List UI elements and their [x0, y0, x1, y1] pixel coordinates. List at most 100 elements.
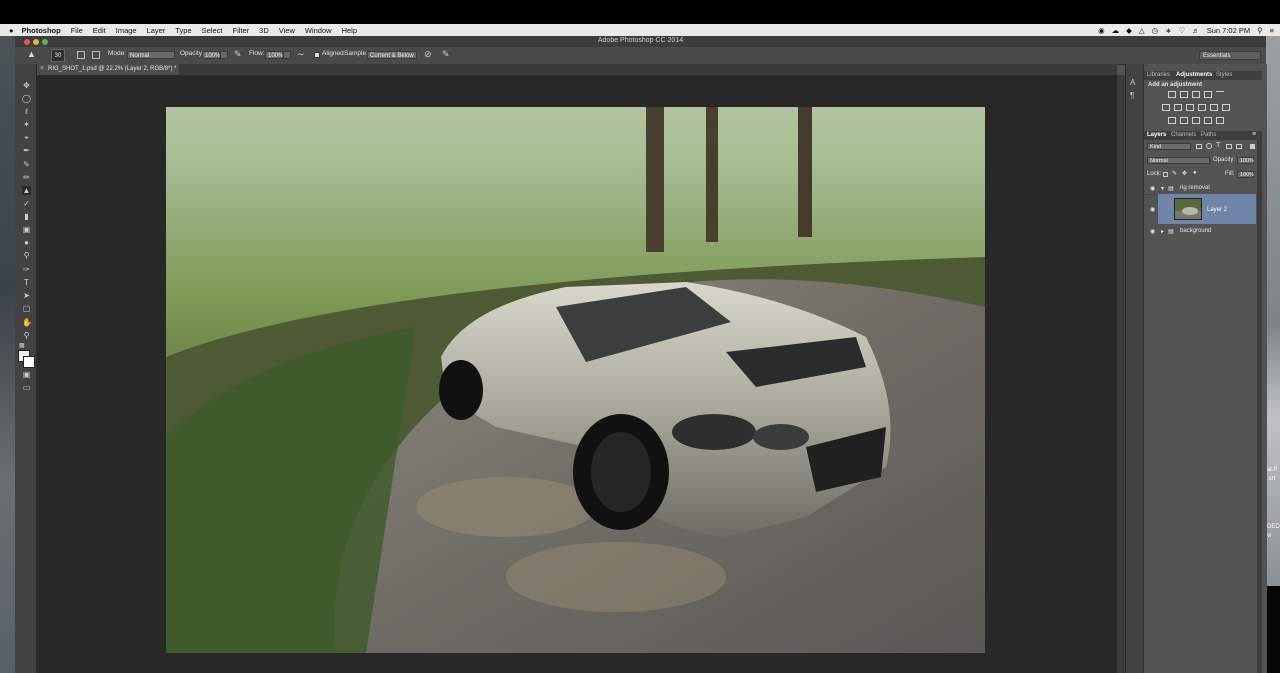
lasso-tool-icon[interactable]: ℓ: [22, 107, 31, 116]
dodge-tool-icon[interactable]: ⚲: [22, 251, 31, 260]
mode-select[interactable]: Normal: [127, 51, 175, 59]
pressure-size-icon[interactable]: ✎: [442, 49, 450, 60]
blur-tool-icon[interactable]: ●: [22, 238, 31, 247]
desktop-file-label[interactable]: .srt: [1267, 476, 1275, 482]
quick-selection-tool-icon[interactable]: ✶: [22, 120, 31, 129]
path-selection-tool-icon[interactable]: ➤: [22, 291, 31, 300]
desktop-file-label[interactable]: vi: [1267, 533, 1271, 539]
gradient-tool-icon[interactable]: ▣: [22, 225, 31, 234]
lock-transparent-icon[interactable]: [1163, 172, 1168, 177]
tab-channels[interactable]: Channels: [1171, 132, 1196, 138]
type-tool-icon[interactable]: T: [22, 278, 31, 287]
document-tab[interactable]: RIG_SHOT_1.psd @ 22.2% (Layer 2, RGB/8*)…: [37, 64, 179, 75]
menu-3d[interactable]: 3D: [259, 26, 269, 35]
ignore-adjustment-layers-icon[interactable]: ⊘: [424, 49, 432, 60]
layer-name[interactable]: Layer 2: [1207, 207, 1227, 213]
brush-size-picker[interactable]: 30: [51, 49, 65, 62]
layer-row[interactable]: ◉ ▸ ▤ background: [1144, 226, 1257, 237]
threshold-icon[interactable]: [1192, 117, 1200, 124]
cloud-icon[interactable]: ☁: [1112, 26, 1120, 35]
gradient-map-icon[interactable]: [1204, 117, 1212, 124]
menu-window[interactable]: Window: [305, 26, 332, 35]
clone-stamp-tool-preset-icon[interactable]: ▲: [27, 49, 37, 60]
flow-dropdown-icon[interactable]: [283, 51, 291, 59]
tab-libraries[interactable]: Libraries: [1147, 72, 1170, 78]
filter-kind-select[interactable]: Kind: [1147, 143, 1191, 150]
layer-opacity-field[interactable]: 100%: [1237, 157, 1254, 164]
black-white-icon[interactable]: [1186, 104, 1194, 111]
pressure-opacity-icon[interactable]: ✎: [234, 49, 242, 60]
exposure-icon[interactable]: [1204, 91, 1212, 98]
posterize-icon[interactable]: [1180, 117, 1188, 124]
crop-tool-icon[interactable]: ⌖: [22, 133, 31, 142]
tab-adjustments[interactable]: Adjustments: [1176, 72, 1212, 78]
clock[interactable]: Sun 7:02 PM: [1207, 26, 1250, 35]
menu-file[interactable]: File: [71, 26, 83, 35]
shape-tool-icon[interactable]: ▢: [22, 304, 31, 313]
layers-panel-scrollbar[interactable]: [1257, 140, 1262, 673]
paragraph-panel-icon[interactable]: ¶: [1130, 91, 1134, 100]
close-window-button[interactable]: [24, 39, 30, 45]
menu-select[interactable]: Select: [202, 26, 223, 35]
history-brush-tool-icon[interactable]: ✓: [22, 199, 31, 208]
color-balance-icon[interactable]: [1174, 104, 1182, 111]
tab-layers[interactable]: Layers: [1147, 132, 1166, 138]
visibility-eye-icon[interactable]: ◉: [1150, 185, 1155, 192]
marquee-tool-icon[interactable]: ◯: [22, 94, 31, 103]
notification-center-icon[interactable]: ≡: [1270, 26, 1274, 35]
channel-mixer-icon[interactable]: [1210, 104, 1218, 111]
selective-color-icon[interactable]: [1216, 117, 1224, 124]
desktop-file-label[interactable]: DED: [1267, 524, 1280, 530]
filter-smart-object-icon[interactable]: [1236, 144, 1242, 149]
window-titlebar[interactable]: Adobe Photoshop CC 2014: [15, 36, 1266, 47]
eyedropper-tool-icon[interactable]: ✒: [22, 146, 31, 155]
menu-layer[interactable]: Layer: [147, 26, 166, 35]
move-tool-icon[interactable]: ✥: [22, 81, 31, 90]
dropbox-icon[interactable]: ◆: [1126, 26, 1132, 35]
workspace-switcher[interactable]: Essentials: [1199, 51, 1261, 60]
filter-type-icon[interactable]: T: [1216, 142, 1220, 149]
vibrance-icon[interactable]: [1216, 91, 1224, 98]
zoom-tool-icon[interactable]: ⚲: [22, 331, 31, 340]
photo-filter-icon[interactable]: [1198, 104, 1206, 111]
zoom-window-button[interactable]: [42, 39, 48, 45]
filter-shape-icon[interactable]: [1226, 144, 1232, 149]
opacity-dropdown-icon[interactable]: [220, 51, 228, 59]
menu-filter[interactable]: Filter: [232, 26, 249, 35]
tab-styles[interactable]: Styles: [1216, 72, 1232, 78]
brush-panel-icon[interactable]: [77, 51, 85, 59]
close-tab-icon[interactable]: ×: [40, 65, 44, 72]
brush-tool-icon[interactable]: ✏: [22, 173, 31, 182]
hue-saturation-icon[interactable]: [1162, 104, 1170, 111]
hand-tool-icon[interactable]: ✋: [22, 318, 32, 327]
tab-paths[interactable]: Paths: [1201, 132, 1216, 138]
lock-all-icon[interactable]: ●: [1193, 170, 1197, 176]
desktop-file-label[interactable]: al.P: [1267, 467, 1277, 473]
menu-help[interactable]: Help: [342, 26, 357, 35]
drive-icon[interactable]: △: [1139, 26, 1145, 35]
healing-brush-tool-icon[interactable]: ✎: [22, 160, 31, 169]
apple-menu-icon[interactable]: ●: [9, 26, 14, 35]
pen-tool-icon[interactable]: ✑: [22, 265, 31, 274]
opacity-field[interactable]: 100%: [202, 51, 220, 59]
clone-source-panel-icon[interactable]: [92, 51, 100, 59]
menu-edit[interactable]: Edit: [93, 26, 106, 35]
expand-arrow-icon[interactable]: ▸: [1161, 228, 1164, 235]
menu-view[interactable]: View: [279, 26, 295, 35]
minimize-window-button[interactable]: [33, 39, 39, 45]
wifi-icon[interactable]: ♡: [1179, 26, 1186, 35]
brightness-contrast-icon[interactable]: [1168, 91, 1176, 98]
airbrush-icon[interactable]: ∼: [297, 49, 305, 60]
menu-type[interactable]: Type: [175, 26, 191, 35]
lock-position-icon[interactable]: ✥: [1182, 170, 1187, 177]
lock-pixels-icon[interactable]: ✎: [1172, 170, 1177, 177]
visibility-eye-icon[interactable]: ◉: [1150, 228, 1155, 235]
color-lookup-icon[interactable]: [1222, 104, 1230, 111]
invert-icon[interactable]: [1168, 117, 1176, 124]
canvas-vertical-scrollbar[interactable]: [1117, 75, 1125, 673]
layer-name[interactable]: rig removal: [1180, 185, 1210, 191]
filter-toggle[interactable]: [1250, 144, 1255, 149]
app-menu[interactable]: Photoshop: [22, 26, 61, 35]
filter-pixel-icon[interactable]: [1196, 144, 1202, 149]
curves-icon[interactable]: [1192, 91, 1200, 98]
